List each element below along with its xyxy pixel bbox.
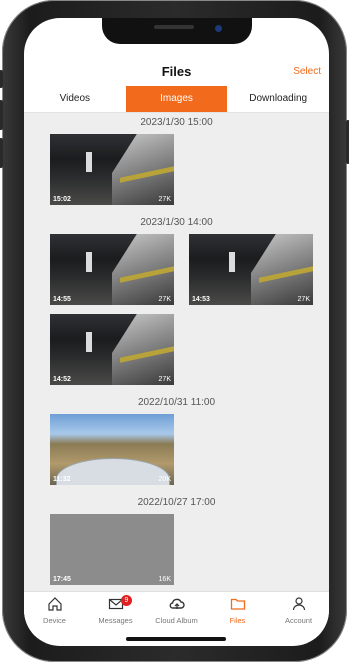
unread-badge: 9 bbox=[121, 595, 132, 606]
image-thumbnail[interactable]: 15:02 27K bbox=[50, 134, 174, 205]
image-thumbnail[interactable]: 11:32 20K bbox=[50, 414, 174, 485]
tab-videos[interactable]: Videos bbox=[24, 86, 126, 112]
thumbnail-size: 20K bbox=[158, 476, 171, 483]
tabbar-item-messages[interactable]: 9 Messages bbox=[85, 592, 146, 636]
tabbar-item-device[interactable]: Device bbox=[24, 592, 85, 636]
thumbnail-time: 17:45 bbox=[53, 576, 71, 583]
app-screen: Files Select Videos Images Downloading 2… bbox=[24, 18, 329, 646]
thumbnail-time: 11:32 bbox=[53, 476, 71, 483]
home-indicator bbox=[126, 637, 226, 641]
thumbnail-size: 27K bbox=[158, 376, 171, 383]
thumbnail-time: 14:55 bbox=[53, 296, 71, 303]
group-date: 2022/10/27 17:00 bbox=[137, 497, 216, 508]
tab-images[interactable]: Images bbox=[125, 86, 228, 112]
tabbar-item-files[interactable]: Files bbox=[207, 592, 268, 636]
group-date: 2023/1/30 14:00 bbox=[140, 217, 213, 228]
thumbnail-time: 15:02 bbox=[53, 196, 71, 203]
tabbar-item-account[interactable]: Account bbox=[268, 592, 329, 636]
thumbnail-size: 27K bbox=[158, 296, 171, 303]
tabbar-item-cloud-album[interactable]: Cloud Album bbox=[146, 592, 207, 636]
phone-frame: Files Select Videos Images Downloading 2… bbox=[0, 0, 349, 662]
tabbar-label: Cloud Album bbox=[155, 616, 198, 625]
nav-bar: Files Select bbox=[24, 48, 329, 84]
select-button[interactable]: Select bbox=[293, 66, 321, 77]
thumbnail-size: 27K bbox=[297, 296, 310, 303]
image-thumbnail[interactable]: 14:55 27K bbox=[50, 234, 174, 305]
volume-down-button bbox=[0, 138, 3, 168]
image-thumbnail[interactable]: 14:52 27K bbox=[50, 314, 174, 385]
tabbar-label: Messages bbox=[98, 616, 133, 625]
volume-up-button bbox=[0, 100, 3, 130]
group-date: 2023/1/30 15:00 bbox=[140, 117, 213, 128]
mute-switch bbox=[0, 70, 3, 88]
folder-icon bbox=[207, 594, 268, 616]
image-thumbnail[interactable]: 17:45 16K bbox=[50, 514, 174, 585]
speaker bbox=[154, 25, 194, 29]
tab-downloading[interactable]: Downloading bbox=[227, 86, 329, 112]
thumbnail-size: 27K bbox=[158, 196, 171, 203]
cloud-icon bbox=[146, 594, 207, 616]
home-icon bbox=[24, 594, 85, 616]
mail-icon bbox=[85, 594, 146, 616]
image-thumbnail[interactable]: 14:53 27K bbox=[189, 234, 313, 305]
bottom-tab-bar: Device 9 Messages Cloud Album Files Acco… bbox=[24, 591, 329, 636]
file-type-tabs: Videos Images Downloading bbox=[24, 86, 329, 113]
tabbar-label: Device bbox=[43, 616, 66, 625]
notch bbox=[102, 18, 252, 44]
group-date: 2022/10/31 11:00 bbox=[137, 397, 216, 408]
tabbar-label: Files bbox=[229, 616, 246, 625]
page-title: Files bbox=[161, 64, 192, 79]
person-icon bbox=[268, 594, 329, 616]
tabbar-label: Account bbox=[284, 616, 313, 625]
thumbnail-size: 16K bbox=[158, 576, 171, 583]
front-camera bbox=[215, 25, 222, 32]
thumbnail-time: 14:53 bbox=[192, 296, 210, 303]
thumbnail-time: 14:52 bbox=[53, 376, 71, 383]
image-list: 2023/1/30 15:00 15:02 27K 2023/1/30 14:0… bbox=[24, 113, 329, 591]
